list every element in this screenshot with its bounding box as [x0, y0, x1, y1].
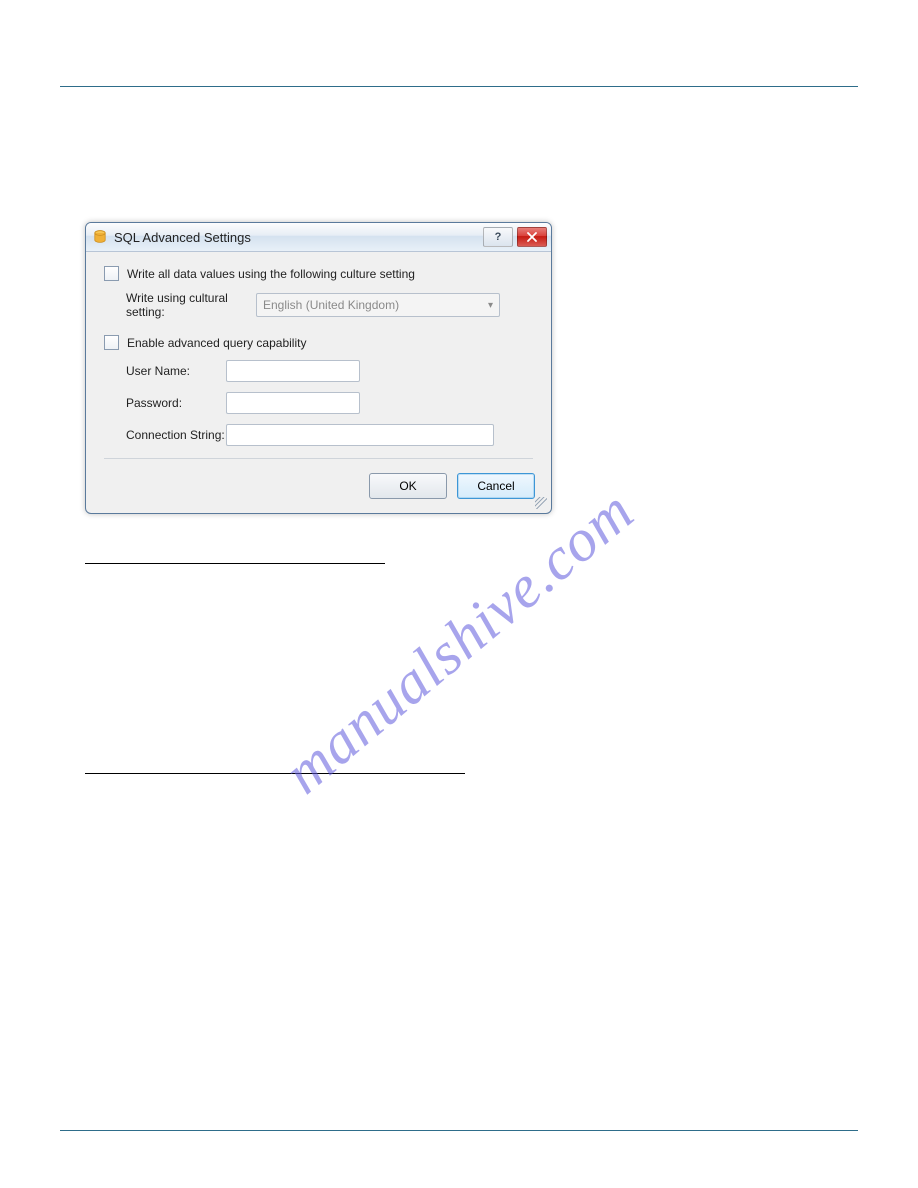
cancel-button-label: Cancel [477, 479, 514, 493]
section-heading-2 [85, 770, 465, 774]
ok-button-label: OK [399, 479, 416, 493]
culture-select-value: English (United Kingdom) [263, 298, 399, 312]
close-icon [527, 232, 537, 242]
dialog-body: Write all data values using the followin… [86, 252, 551, 473]
advanced-query-checkbox[interactable] [104, 335, 119, 350]
username-label: User Name: [126, 364, 226, 378]
cancel-button[interactable]: Cancel [457, 473, 535, 499]
watermark: manualshive.com [271, 476, 647, 807]
culture-select[interactable]: English (United Kingdom) ▾ [256, 293, 500, 317]
culture-checkbox-label: Write all data values using the followin… [127, 267, 415, 281]
connection-string-input[interactable] [226, 424, 494, 446]
password-label: Password: [126, 396, 226, 410]
page-footer-rule [60, 1130, 858, 1131]
dialog-titlebar[interactable]: SQL Advanced Settings ? [86, 223, 551, 252]
db-icon [92, 229, 108, 245]
dialog-title: SQL Advanced Settings [114, 230, 479, 245]
page-header-rule [60, 86, 858, 87]
username-input[interactable] [226, 360, 360, 382]
ok-button[interactable]: OK [369, 473, 447, 499]
culture-checkbox[interactable] [104, 266, 119, 281]
chevron-down-icon: ▾ [488, 300, 493, 311]
dialog-divider [104, 458, 533, 459]
password-input[interactable] [226, 392, 360, 414]
advanced-query-label: Enable advanced query capability [127, 336, 306, 350]
culture-select-label: Write using cultural setting: [126, 291, 256, 319]
close-button[interactable] [517, 227, 547, 247]
sql-advanced-settings-dialog: SQL Advanced Settings ? Write all data v… [85, 222, 552, 514]
section-heading-1 [85, 560, 385, 564]
help-button[interactable]: ? [483, 227, 513, 247]
resize-grip-icon[interactable] [535, 497, 547, 509]
dialog-footer: OK Cancel [86, 473, 551, 513]
connection-string-label: Connection String: [126, 428, 226, 442]
help-icon: ? [495, 231, 502, 243]
